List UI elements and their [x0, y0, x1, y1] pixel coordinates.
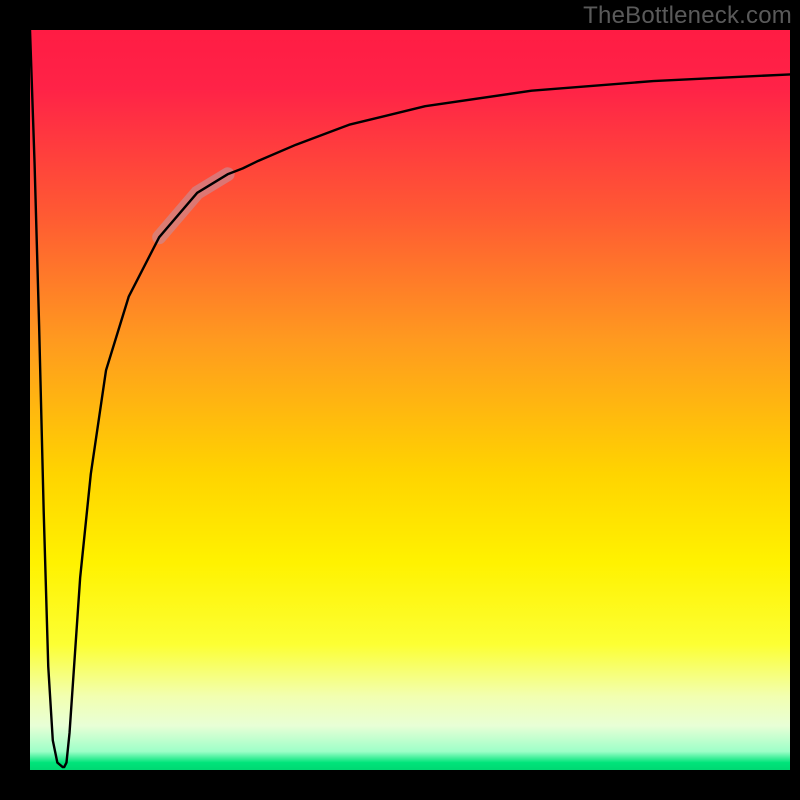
bottleneck-chart: [0, 0, 800, 800]
plot-background: [30, 30, 790, 770]
chart-stage: TheBottleneck.com: [0, 0, 800, 800]
